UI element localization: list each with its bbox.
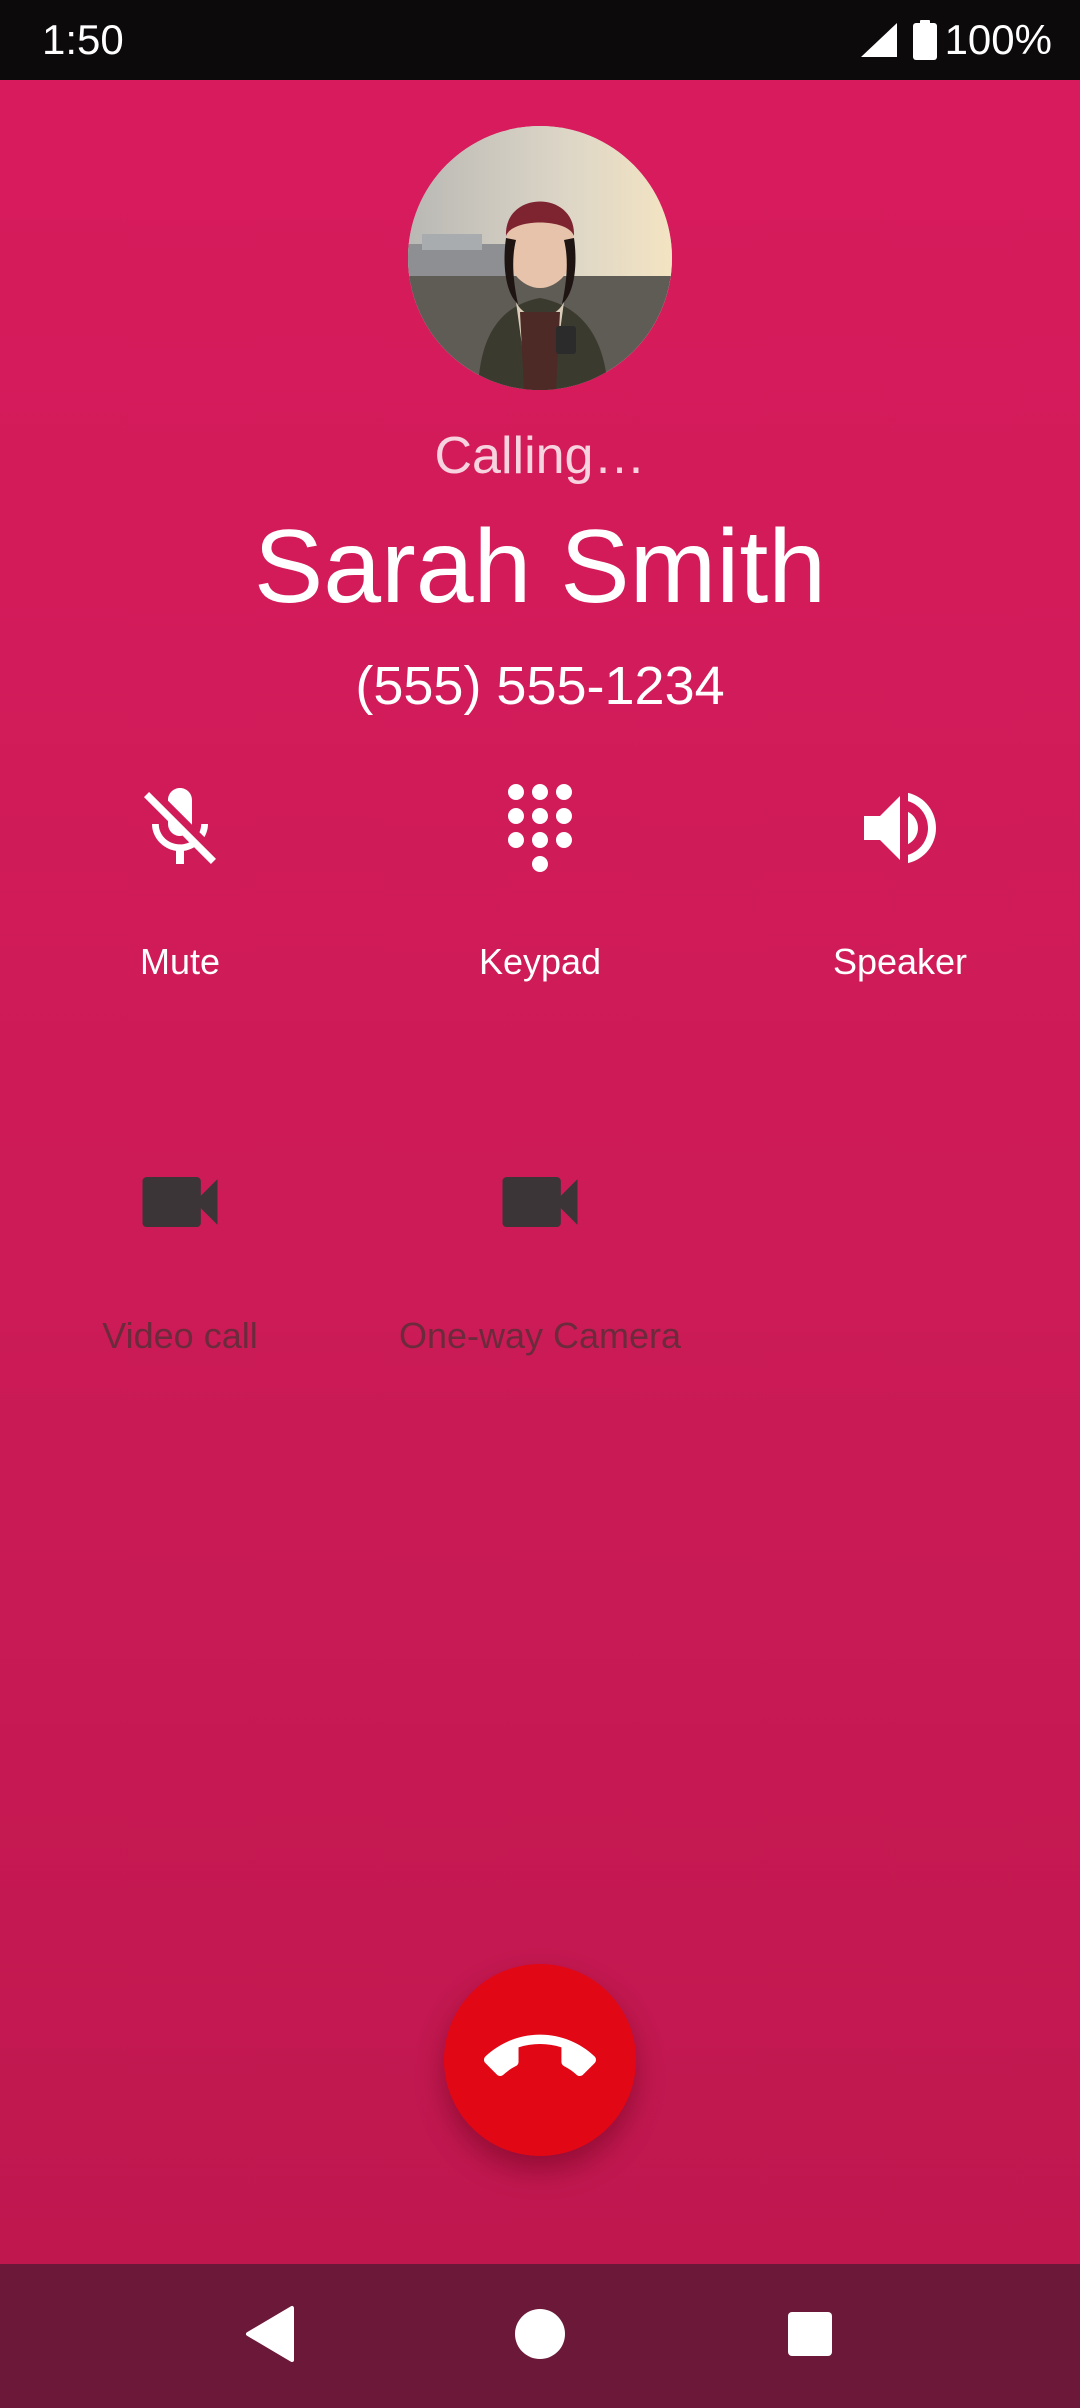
dialpad-icon [492, 780, 588, 881]
speaker-icon [852, 780, 948, 881]
keypad-label: Keypad [478, 941, 602, 982]
battery-icon [912, 20, 937, 60]
mic-off-icon [132, 780, 228, 881]
keypad-button[interactable]: Keypad [360, 770, 720, 984]
videocam-icon [490, 1152, 590, 1257]
end-call-icon [484, 2002, 596, 2119]
nav-recents-button[interactable] [760, 2286, 860, 2386]
status-icons: 100% [859, 14, 1052, 66]
speaker-label: Speaker [832, 941, 968, 982]
one-way-camera-button[interactable]: One-way Camera [360, 1144, 720, 1358]
mute-label: Mute [139, 941, 221, 982]
battery-percentage: 100% [944, 16, 1052, 63]
videocam-icon [130, 1152, 230, 1257]
nav-back-button[interactable] [220, 2286, 320, 2386]
end-call-button[interactable] [444, 1964, 636, 2156]
mute-button[interactable]: Mute [0, 770, 360, 984]
video-call-label: Video call [102, 1315, 258, 1356]
speaker-button[interactable]: Speaker [720, 770, 1080, 984]
call-status: Calling… [434, 427, 646, 485]
signal-icon [859, 21, 899, 59]
back-icon [242, 2304, 298, 2369]
status-time: 1:50 [42, 16, 124, 63]
one-way-camera-label: One-way Camera [398, 1315, 682, 1356]
navigation-bar [0, 2264, 1080, 2408]
contact-avatar [408, 126, 672, 390]
recents-icon [786, 2310, 834, 2363]
in-call-screen: Calling… Sarah Smith (555) 555-1234 Mute… [0, 80, 1080, 2264]
contact-phone-number: (555) 555-1234 [355, 656, 725, 716]
home-icon [513, 2307, 567, 2366]
video-call-button[interactable]: Video call [0, 1144, 360, 1358]
status-bar: 1:50 100% [0, 0, 1080, 80]
contact-name: Sarah Smith [253, 509, 827, 625]
nav-home-button[interactable] [490, 2286, 590, 2386]
